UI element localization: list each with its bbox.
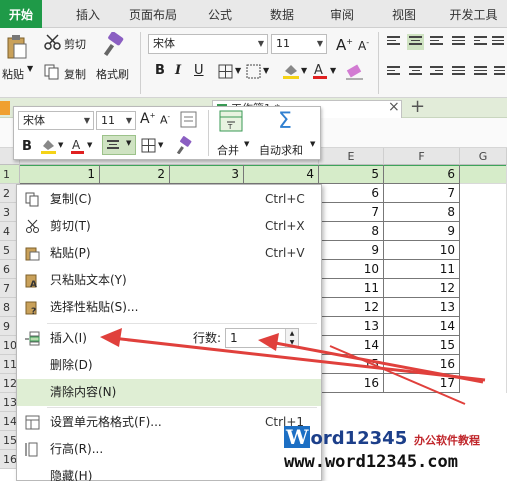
arrow-to-insert — [111, 336, 486, 382]
annotation-arrows — [100, 328, 486, 405]
arrowhead-icon — [258, 333, 279, 351]
watermark-logo-letter: W — [284, 425, 311, 449]
arrowhead-icon — [100, 328, 122, 347]
watermark-brand: Word12345 办公软件教程 — [284, 426, 502, 450]
watermark-brand-text: ord12345 — [310, 428, 408, 449]
watermark-tagline: 办公软件教程 — [414, 434, 481, 447]
watermark: Word12345 办公软件教程 www.word12345.com — [280, 420, 505, 476]
arrow-to-rows-count — [269, 340, 484, 384]
watermark-url: www.word12345.com — [284, 452, 458, 472]
